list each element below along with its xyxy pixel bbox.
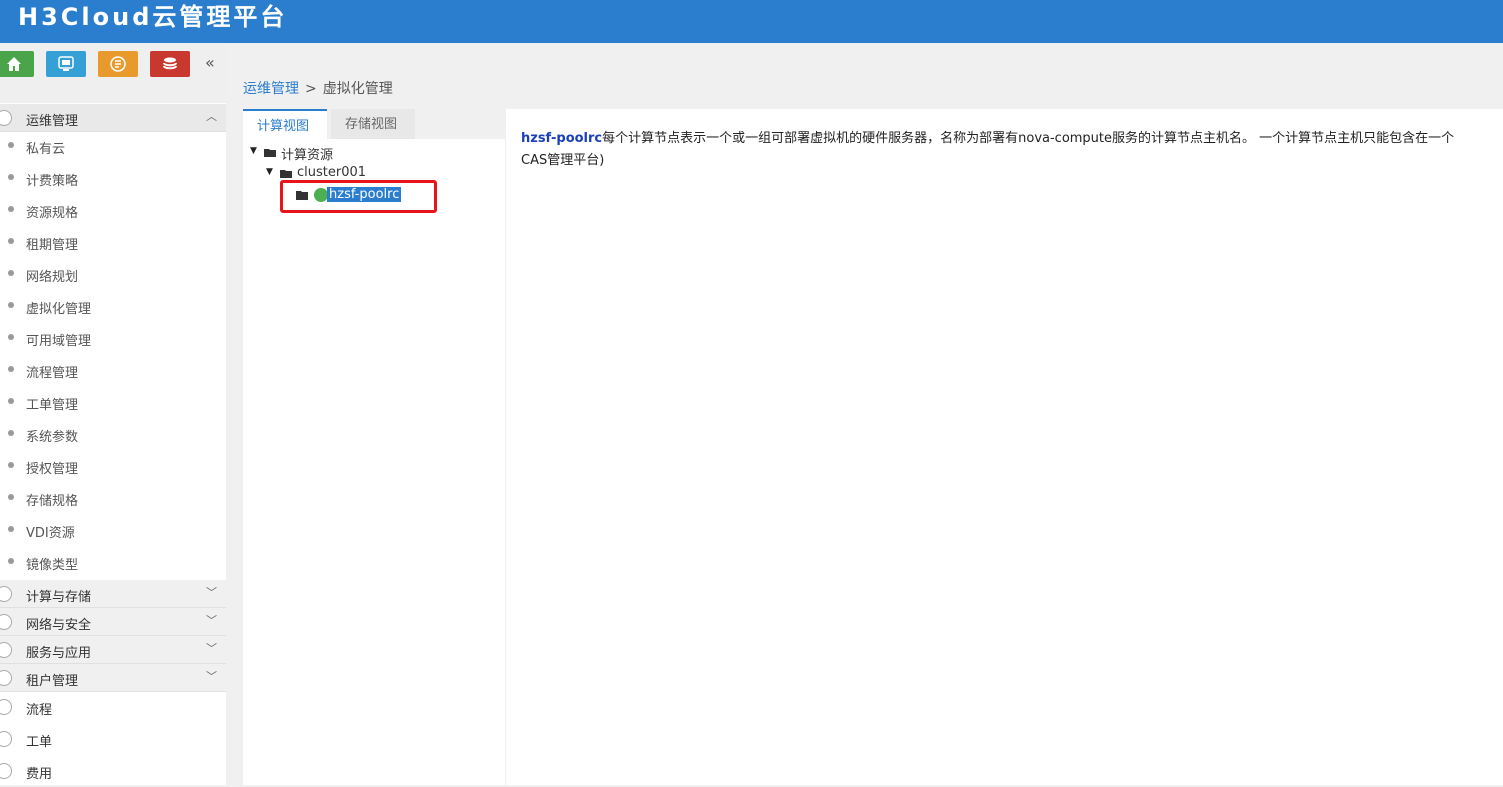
bullet-icon <box>8 462 14 468</box>
chevron-up-icon: ︿ <box>206 110 217 123</box>
description-line-1: 每个计算节点表示一个或一组可部署虚拟机的硬件服务器，名称为部署有nova-com… <box>602 131 1455 146</box>
tree-node-label: 计算资源 <box>281 148 334 163</box>
sidebar-group-services[interactable]: 服务与应用 ﹀ <box>0 636 226 664</box>
bullet-icon <box>8 302 14 308</box>
sidebar-item-network-plan[interactable]: 网络规划 <box>0 258 226 290</box>
sidebar-item-resource-spec[interactable]: 资源规格 <box>0 194 226 226</box>
bullet-icon <box>8 238 14 244</box>
bullet-icon <box>8 174 14 180</box>
bullet-icon <box>8 206 14 212</box>
sidebar-group-network-security[interactable]: 网络与安全 ﹀ <box>0 608 226 636</box>
globe-icon <box>0 614 12 630</box>
sidebar-item-storage-spec[interactable]: 存储规格 <box>0 482 226 514</box>
computer-icon <box>0 586 12 602</box>
sidebar-group-tenant[interactable]: 租户管理 ﹀ <box>0 664 226 692</box>
sidebar-item-ticket[interactable]: 工单 <box>0 723 226 755</box>
user-icon <box>0 670 12 686</box>
ops-icon <box>0 110 12 126</box>
tab-storage-view[interactable]: 存储视图 <box>331 109 415 139</box>
tab-compute-view[interactable]: 计算视图 <box>243 109 327 139</box>
monitor-icon <box>58 56 74 71</box>
home-icon <box>7 57 21 71</box>
breadcrumb: 运维管理 > 虚拟化管理 <box>243 78 393 98</box>
folder-open-icon <box>264 149 276 157</box>
breadcrumb-separator: > <box>305 81 317 97</box>
sidebar-group-compute-storage[interactable]: 计算与存储 ﹀ <box>0 580 226 608</box>
sidebar-item-process-mgmt[interactable]: 流程管理 <box>0 354 226 386</box>
sidebar-item-lease[interactable]: 租期管理 <box>0 226 226 258</box>
home-button[interactable] <box>0 51 34 77</box>
app-title: H3Cloud云管理平台 <box>18 3 288 31</box>
database-icon <box>163 57 177 70</box>
breadcrumb-current: 虚拟化管理 <box>322 81 393 97</box>
vm-button[interactable] <box>46 51 86 77</box>
bullet-icon <box>8 366 14 372</box>
sidebar-item-virtualization[interactable]: 虚拟化管理 <box>0 290 226 322</box>
bullet-icon <box>8 494 14 500</box>
content-panel: hzsf-poolrc每个计算节点表示一个或一组可部署虚拟机的硬件服务器，名称为… <box>506 109 1503 785</box>
cost-icon <box>0 763 12 779</box>
sidebar: « 运维管理 ︿ 私有云 计费策略 资源规格 租期管理 网络规划 虚拟化管理 可… <box>0 43 226 785</box>
breadcrumb-parent[interactable]: 运维管理 <box>243 81 299 97</box>
chevron-down-icon: ﹀ <box>206 642 217 655</box>
quick-bar: « <box>0 43 226 103</box>
sidebar-item-private-cloud[interactable]: 私有云 <box>0 130 226 162</box>
sidebar-item-availability-zone[interactable]: 可用域管理 <box>0 322 226 354</box>
chevron-down-icon: ﹀ <box>206 670 217 683</box>
bullet-icon <box>8 142 14 148</box>
expand-arrow-icon: ▼ <box>250 146 257 156</box>
document-icon <box>110 56 126 72</box>
host-description: hzsf-poolrc每个计算节点表示一个或一组可部署虚拟机的硬件服务器，名称为… <box>521 128 1503 172</box>
bullet-icon <box>8 334 14 340</box>
chevron-down-icon: ﹀ <box>206 614 217 627</box>
highlight-annotation <box>280 180 437 213</box>
ticket-icon <box>0 731 12 747</box>
description-host-name: hzsf-poolrc <box>521 131 603 146</box>
sidebar-group-label: 运维管理 <box>26 114 79 129</box>
sidebar-group-ops[interactable]: 运维管理 ︿ <box>0 104 226 132</box>
bullet-icon <box>8 558 14 564</box>
bullet-icon <box>8 398 14 404</box>
expand-arrow-icon: ▼ <box>266 167 273 177</box>
process-icon <box>0 699 12 715</box>
ticket-button[interactable] <box>98 51 138 77</box>
bullet-icon <box>8 270 14 276</box>
sidebar-item-vdi[interactable]: VDI资源 <box>0 514 226 546</box>
chevron-down-icon: ﹀ <box>206 586 217 599</box>
bullet-icon <box>8 526 14 532</box>
sidebar-item-cost[interactable]: 费用 <box>0 755 226 787</box>
tree-node-root[interactable]: ▼ 计算资源 <box>250 144 450 163</box>
sidebar-item-ticket-mgmt[interactable]: 工单管理 <box>0 386 226 418</box>
services-icon <box>0 642 12 658</box>
storage-button[interactable] <box>150 51 190 77</box>
folder-open-icon <box>280 170 292 178</box>
top-bar: H3Cloud云管理平台 <box>0 0 1503 43</box>
bullet-icon <box>8 430 14 436</box>
collapse-sidebar-button[interactable]: « <box>205 53 215 72</box>
sidebar-item-license[interactable]: 授权管理 <box>0 450 226 482</box>
tree-node-label: cluster001 <box>297 165 367 180</box>
sidebar-item-system-params[interactable]: 系统参数 <box>0 418 226 450</box>
sidebar-item-process[interactable]: 流程 <box>0 691 226 723</box>
sidebar-item-image-type[interactable]: 镜像类型 <box>0 546 226 578</box>
sidebar-item-billing-policy[interactable]: 计费策略 <box>0 162 226 194</box>
description-line-2: CAS管理平台) <box>521 153 605 168</box>
